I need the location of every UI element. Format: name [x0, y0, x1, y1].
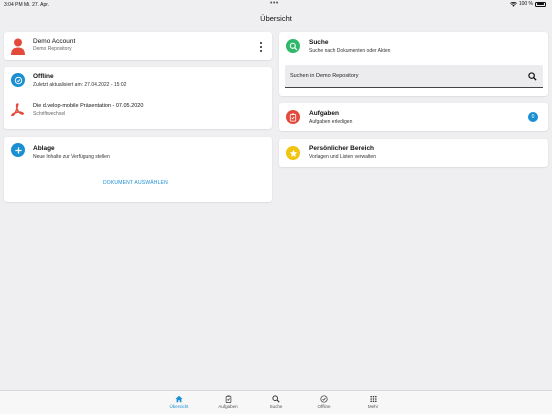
offline-document-category: Schriftwechsel: [33, 111, 66, 117]
more-options-icon[interactable]: [258, 40, 264, 52]
offline-last-updated: Zuletzt aktualisiert am: 27.04.2022 - 15…: [33, 82, 127, 88]
battery-icon: [535, 1, 546, 7]
search-title: Suche: [309, 39, 329, 46]
search-submit-icon[interactable]: [528, 72, 537, 81]
tab-tasks-label: Aufgaben: [218, 404, 238, 409]
account-name: Demo Account: [33, 38, 76, 45]
tab-tasks[interactable]: Aufgaben: [208, 395, 248, 409]
offline-card: Offline Zuletzt aktualisiert am: 27.04.2…: [4, 67, 272, 129]
search-input[interactable]: Suchen in Demo Repository: [285, 65, 543, 88]
battery-percent: 100 %: [518, 1, 533, 7]
tab-bar: Übersicht Aufgaben Suche Offline Mehr: [0, 390, 552, 414]
star-icon: [286, 146, 300, 160]
tab-overview-label: Übersicht: [169, 404, 189, 409]
multitasking-dots-icon[interactable]: •••: [270, 0, 279, 8]
search-icon: [272, 395, 280, 403]
personal-area-card[interactable]: Persönlicher Bereich Vorlagen und Listen…: [279, 139, 548, 167]
offline-title[interactable]: Offline: [33, 73, 54, 80]
ablage-title: Ablage: [33, 145, 55, 152]
pdf-icon: [11, 103, 24, 116]
personal-area-title: Persönlicher Bereich: [309, 145, 375, 152]
search-icon: [286, 39, 300, 53]
status-indicators: 100 %: [509, 1, 546, 7]
select-document-button[interactable]: DOKUMENT AUSWÄHLEN: [103, 180, 168, 186]
tab-offline-label: Offline: [317, 404, 331, 409]
tab-offline[interactable]: Offline: [304, 395, 344, 409]
ablage-subtitle: Neue Inhalte zur Verfügung stellen: [33, 154, 110, 160]
user-icon: [11, 38, 25, 55]
home-icon: [175, 395, 183, 403]
offline-document-title[interactable]: Die d.velop-mobile Präsentation - 07.05.…: [33, 103, 143, 109]
account-card[interactable]: Demo Account Demo Repository: [4, 32, 272, 60]
tasks-icon: [286, 110, 300, 124]
tasks-card[interactable]: Aufgaben Aufgaben erledigen 0: [279, 103, 548, 131]
add-icon[interactable]: [11, 143, 25, 157]
tasks-subtitle: Aufgaben erledigen: [309, 119, 353, 125]
ablage-card: Ablage Neue Inhalte zur Verfügung stelle…: [4, 137, 272, 202]
personal-area-subtitle: Vorlagen und Listen verwalten: [309, 154, 376, 160]
tasks-title: Aufgaben: [309, 110, 339, 117]
offline-icon[interactable]: [11, 73, 25, 87]
search-subtitle: Suche nach Dokumenten oder Akten: [309, 48, 391, 54]
account-repository: Demo Repository: [33, 46, 72, 52]
search-placeholder: Suchen in Demo Repository: [290, 73, 359, 79]
clipboard-icon: [225, 395, 231, 403]
offline-icon: [320, 395, 328, 403]
tab-more[interactable]: Mehr: [353, 395, 393, 409]
page-title: Übersicht: [260, 14, 292, 23]
tasks-count-badge: 0: [528, 112, 538, 122]
status-bar: 3:04 PM Mi. 27. Apr. ••• 100 %: [0, 0, 552, 10]
tab-more-label: Mehr: [367, 404, 379, 409]
tab-search-label: Suche: [269, 404, 283, 409]
grid-icon: [369, 395, 377, 403]
tab-overview[interactable]: Übersicht: [159, 395, 199, 409]
status-time: 3:04 PM Mi. 27. Apr.: [4, 2, 50, 8]
tab-search[interactable]: Suche: [256, 395, 296, 409]
wifi-icon: [509, 1, 517, 7]
